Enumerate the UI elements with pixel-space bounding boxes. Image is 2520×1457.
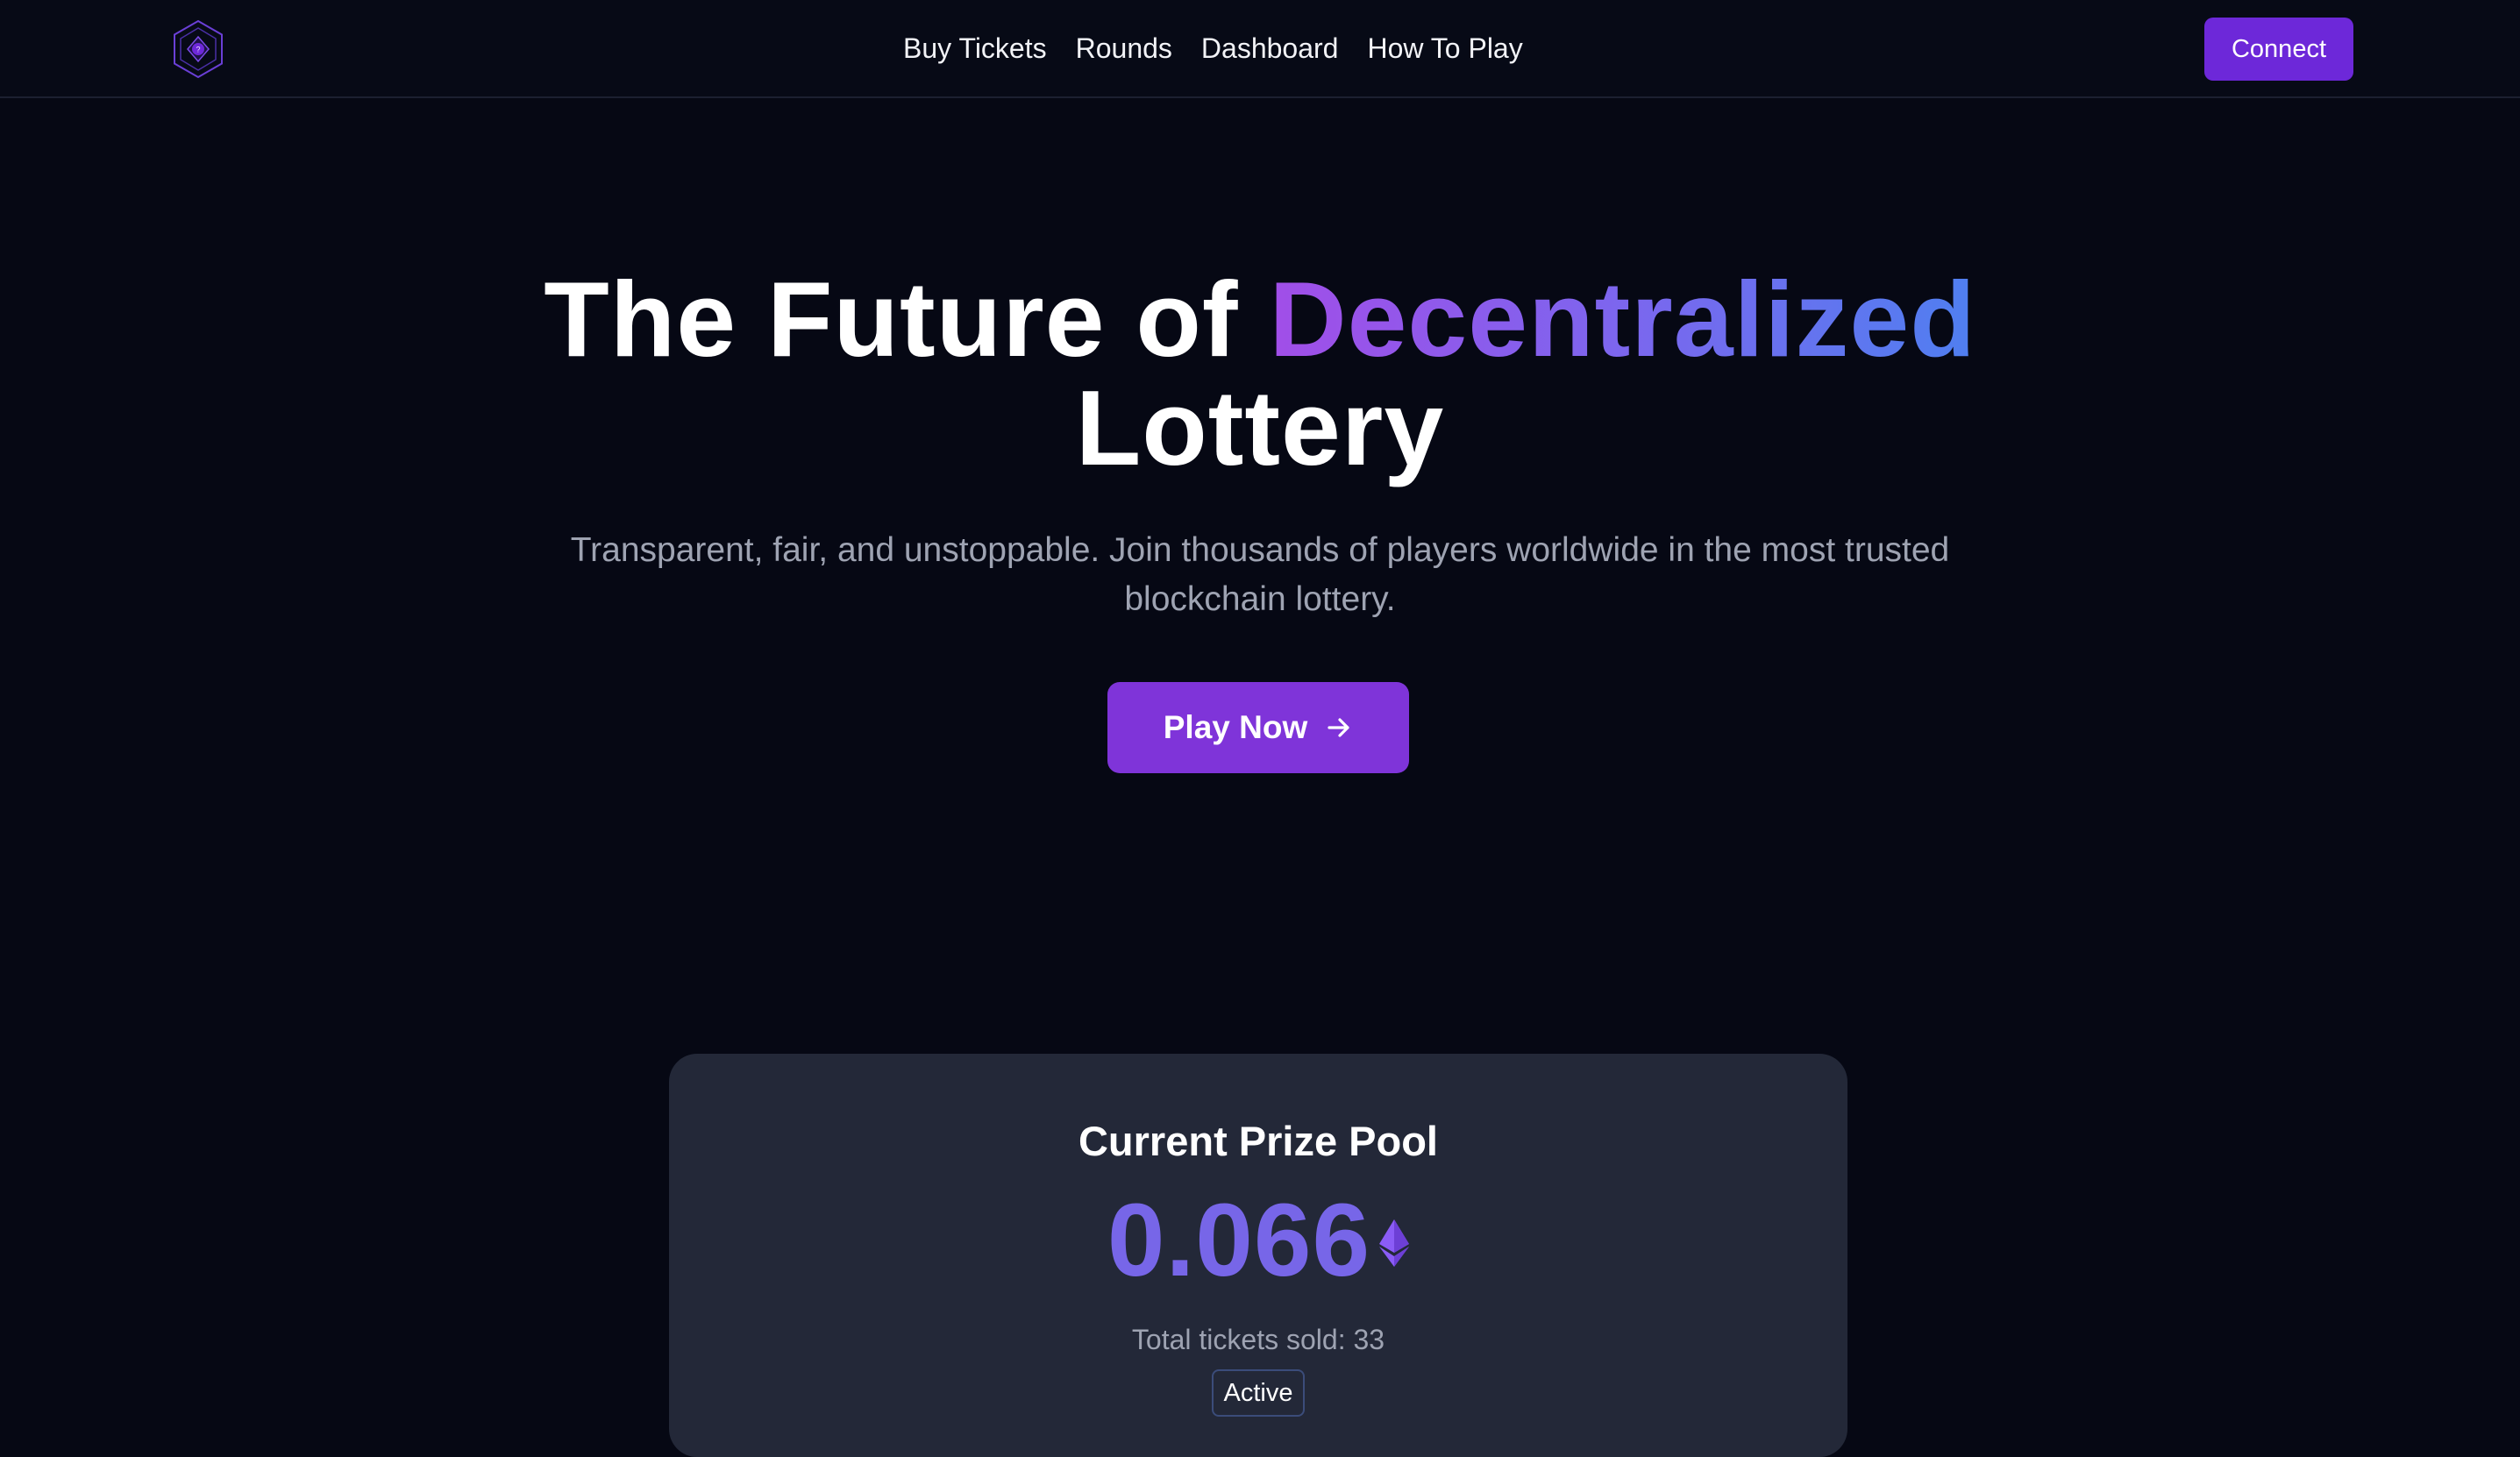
hero-subtitle: Transparent, fair, and unstoppable. Join… [570, 531, 1950, 618]
hero-title: The Future of Decentralized Lottery [0, 265, 2520, 482]
svg-text:?: ? [196, 46, 200, 54]
arrow-right-icon [1325, 714, 1353, 742]
top-navbar: ? Buy Tickets Rounds Dashboard How To Pl… [0, 0, 2520, 98]
prize-pool-title: Current Prize Pool [1078, 1118, 1438, 1164]
nav-link-dashboard[interactable]: Dashboard [1201, 32, 1339, 65]
hero-title-part1: The Future of [544, 259, 1270, 379]
nav-links: Buy Tickets Rounds Dashboard How To Play [903, 0, 1523, 96]
nav-link-rounds[interactable]: Rounds [1076, 32, 1172, 65]
hero-title-highlight: Decentralized [1269, 259, 1976, 379]
prize-pool-card: Current Prize Pool 0.066 Total tickets s… [669, 1054, 1847, 1457]
hexagon-lottery-logo-icon[interactable]: ? [172, 19, 224, 79]
tickets-sold-text: Total tickets sold: 33 [1131, 1324, 1385, 1355]
prize-pool-value: 0.066 [1107, 1183, 1371, 1298]
ethereum-icon [1379, 1219, 1410, 1271]
prize-pool-amount: 0.066 [669, 1183, 1847, 1297]
nav-link-how-to-play[interactable]: How To Play [1367, 32, 1522, 65]
connect-wallet-button[interactable]: Connect [2204, 18, 2353, 81]
hero-title-part2: Lottery [1075, 368, 1445, 487]
status-badge: Active [1212, 1369, 1305, 1417]
play-now-label: Play Now [1163, 709, 1308, 745]
nav-link-buy-tickets[interactable]: Buy Tickets [903, 32, 1047, 65]
play-now-button[interactable]: Play Now [1107, 682, 1409, 773]
